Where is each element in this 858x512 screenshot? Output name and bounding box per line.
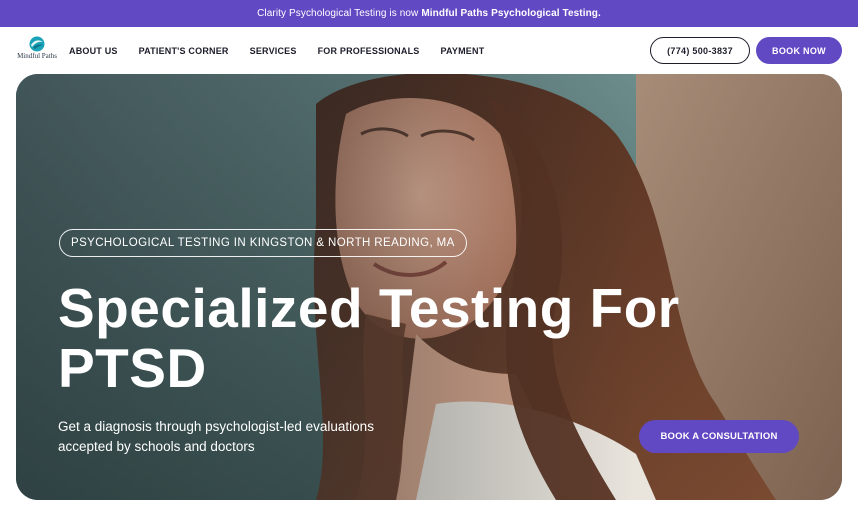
hero-headline: Specialized Testing For PTSD	[58, 278, 738, 398]
mindful-paths-logo-icon	[29, 36, 45, 52]
location-pill: PSYCHOLOGICAL TESTING IN KINGSTON & NORT…	[59, 229, 467, 257]
hero-section: PSYCHOLOGICAL TESTING IN KINGSTON & NORT…	[16, 74, 842, 500]
announcement-bar: Clarity Psychological Testing is now Min…	[0, 0, 858, 27]
logo-wordmark: Mindful Paths	[17, 52, 57, 60]
site-logo[interactable]: Mindful Paths	[16, 36, 58, 66]
announcement-highlight: Mindful Paths Psychological Testing.	[421, 8, 601, 19]
book-consultation-button[interactable]: BOOK A CONSULTATION	[639, 420, 799, 453]
hero-headline-line-1: Specialized Testing For	[58, 277, 680, 339]
hero-headline-line-2: PTSD	[58, 337, 207, 399]
book-now-button[interactable]: BOOK NOW	[756, 37, 842, 64]
main-navigation: Mindful Paths ABOUT US PATIENT'S CORNER …	[0, 27, 858, 74]
nav-menu: ABOUT US PATIENT'S CORNER SERVICES FOR P…	[69, 27, 505, 74]
nav-item-for-professionals[interactable]: FOR PROFESSIONALS	[318, 46, 420, 56]
nav-item-payment[interactable]: PAYMENT	[441, 46, 485, 56]
hero-subtitle: Get a diagnosis through psychologist-led…	[58, 419, 374, 454]
nav-item-services[interactable]: SERVICES	[250, 46, 297, 56]
announcement-text: Clarity Psychological Testing is now	[257, 8, 419, 19]
phone-button[interactable]: (774) 500-3837	[650, 37, 750, 64]
nav-item-patients-corner[interactable]: PATIENT'S CORNER	[139, 46, 229, 56]
nav-item-about-us[interactable]: ABOUT US	[69, 46, 118, 56]
